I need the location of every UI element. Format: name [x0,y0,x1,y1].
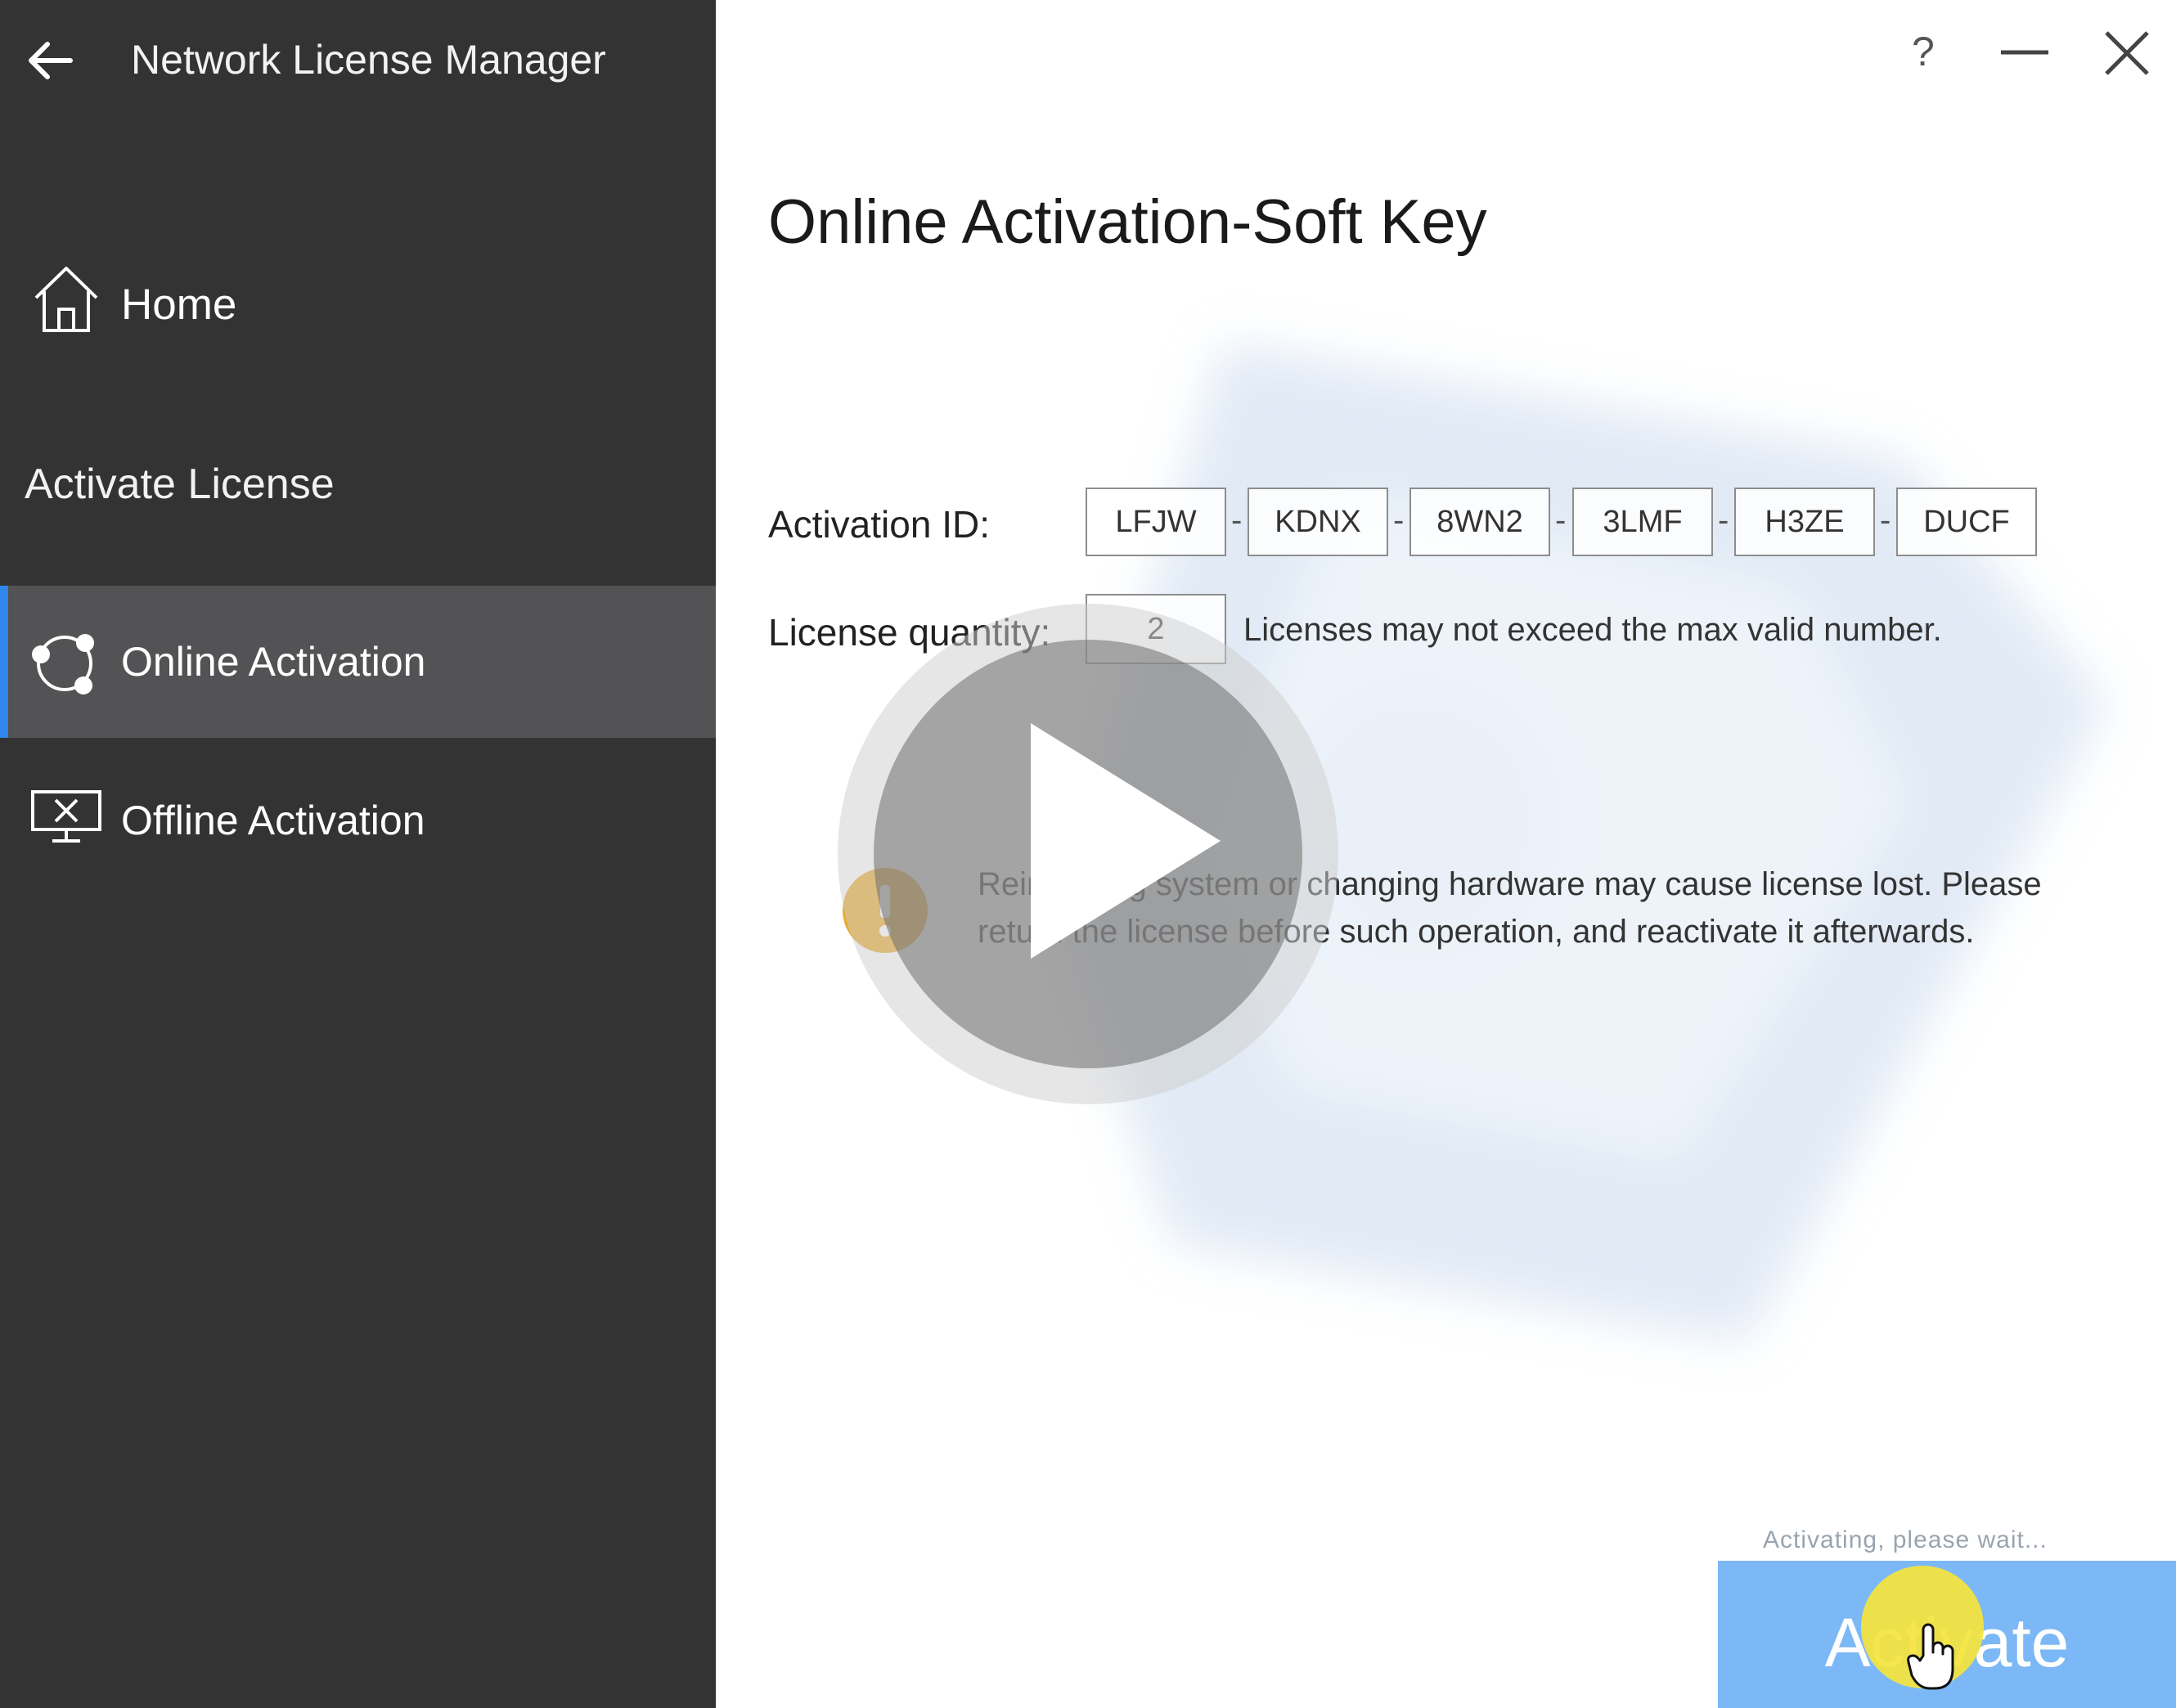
back-arrow-icon[interactable] [23,33,79,88]
app-title: Network License Manager [131,37,606,83]
activation-id-field-1[interactable]: LFJW [1086,488,1226,556]
minimize-button[interactable] [1996,25,2053,82]
sidebar-item-label: Offline Activation [121,798,425,843]
play-button[interactable] [834,600,1342,1108]
section-heading: Activate License [25,461,335,508]
selected-indicator [0,586,8,738]
separator: - [1393,502,1405,538]
activation-id-field-2[interactable]: KDNX [1248,488,1388,556]
separator: - [1555,502,1567,538]
play-icon [838,604,1338,1104]
activation-id-field-6[interactable]: DUCF [1896,488,2037,556]
quantity-note: Licenses may not exceed the max valid nu… [1243,612,1942,648]
sidebar-item-offline-activation[interactable]: Offline Activation [0,739,716,895]
help-icon: ? [1912,29,1935,74]
sidebar: Network License Manager Home Activate Li… [0,0,716,1708]
sidebar-item-label: Online Activation [121,639,426,685]
main-panel: ? Online Activation-Soft Key Activation … [716,0,2176,1708]
close-icon [2105,31,2149,75]
offline-monitor-icon [29,789,103,850]
page-title: Online Activation-Soft Key [768,187,1487,257]
activation-id-field-4[interactable]: 3LMF [1572,488,1713,556]
separator: - [1231,502,1243,538]
hand-cursor-icon [1905,1620,1962,1693]
close-button[interactable] [2098,25,2156,82]
home-icon [29,262,103,339]
sidebar-item-home[interactable]: Home [0,229,716,381]
activation-id-field-3[interactable]: 8WN2 [1409,488,1550,556]
activation-id-label: Activation ID: [768,503,990,546]
status-message: Activating, please wait... [1763,1526,2048,1553]
help-button[interactable]: ? [1894,25,1951,82]
sidebar-item-label: Home [121,281,237,329]
minimize-icon [2001,50,2048,55]
separator: - [1718,502,1729,538]
network-nodes-icon [29,628,100,703]
separator: - [1880,502,1891,538]
sidebar-item-online-activation[interactable]: Online Activation [0,586,716,738]
activation-id-field-5[interactable]: H3ZE [1734,488,1875,556]
license-manager-window: Network License Manager Home Activate Li… [0,0,2176,1708]
